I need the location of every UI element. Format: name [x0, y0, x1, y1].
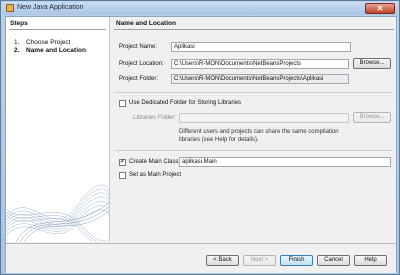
- project-name-label: Project Name:: [119, 44, 158, 50]
- panel-divider: [114, 29, 394, 30]
- set-main-project-checkbox[interactable]: [119, 172, 126, 179]
- panel-heading: Name and Location: [116, 20, 176, 27]
- libraries-browse-button[interactable]: Browse...: [353, 112, 391, 123]
- back-button[interactable]: < Back: [206, 255, 239, 266]
- project-location-input[interactable]: C:\Users\R-MON\Documents\NetBeansProject…: [171, 59, 349, 69]
- dialog-client-area: Steps 1. Choose Project 2. Name and Locati…: [5, 16, 397, 273]
- title-bar[interactable]: New Java Application ✕: [2, 2, 398, 15]
- dedicated-folder-label: Use Dedicated Folder for Storing Librari…: [129, 100, 242, 106]
- help-button[interactable]: Help: [354, 255, 387, 266]
- set-main-project-label: Set as Main Project: [129, 172, 182, 178]
- close-button[interactable]: ✕: [365, 3, 395, 14]
- project-folder-field: C:\Users\R-MON\Documents\NetBeansProject…: [171, 74, 349, 84]
- name-and-location-panel: Name and Location Project Name: Aplikasi…: [111, 17, 396, 242]
- libraries-help-note: Different users and projects can share t…: [179, 129, 339, 143]
- wizard-button-bar: < Back Next > Finish Cancel Help: [6, 244, 396, 273]
- step-label: Name and Location: [26, 47, 86, 54]
- cancel-button[interactable]: Cancel: [317, 255, 350, 266]
- project-folder-label: Project Folder:: [119, 76, 159, 82]
- checkmark-icon: ✔: [120, 159, 126, 165]
- step-label: Choose Project: [26, 39, 71, 46]
- step-name-and-location: 2. Name and Location: [14, 47, 86, 54]
- libraries-folder-input[interactable]: [179, 113, 349, 123]
- section-divider: [115, 150, 392, 151]
- main-class-input[interactable]: aplikasi.Main: [179, 157, 391, 167]
- dedicated-folder-checkbox[interactable]: [119, 100, 126, 107]
- libraries-folder-label: Libraries Folder:: [133, 115, 177, 121]
- create-main-class-label: Create Main Class: [129, 159, 179, 165]
- app-icon: [6, 4, 14, 12]
- steps-heading: Steps: [10, 20, 28, 27]
- next-button[interactable]: Next >: [243, 255, 276, 266]
- create-main-class-checkbox[interactable]: ✔: [119, 159, 126, 166]
- finish-button[interactable]: Finish: [280, 255, 313, 266]
- project-name-input[interactable]: Aplikasi: [171, 42, 351, 52]
- step-number: 2.: [14, 47, 20, 54]
- steps-pane: Steps 1. Choose Project 2. Name and Locati…: [6, 17, 110, 242]
- window-title: New Java Application: [17, 4, 84, 11]
- project-location-label: Project Location:: [119, 61, 164, 67]
- step-choose-project: 1. Choose Project: [14, 39, 70, 46]
- steps-divider: [9, 29, 106, 30]
- step-number: 1.: [14, 39, 20, 46]
- new-java-application-window: New Java Application ✕ Steps 1. Choose Pr…: [0, 0, 400, 275]
- project-location-browse-button[interactable]: Browse...: [353, 58, 391, 69]
- decorative-waves-image: [6, 184, 109, 242]
- section-divider: [115, 92, 392, 93]
